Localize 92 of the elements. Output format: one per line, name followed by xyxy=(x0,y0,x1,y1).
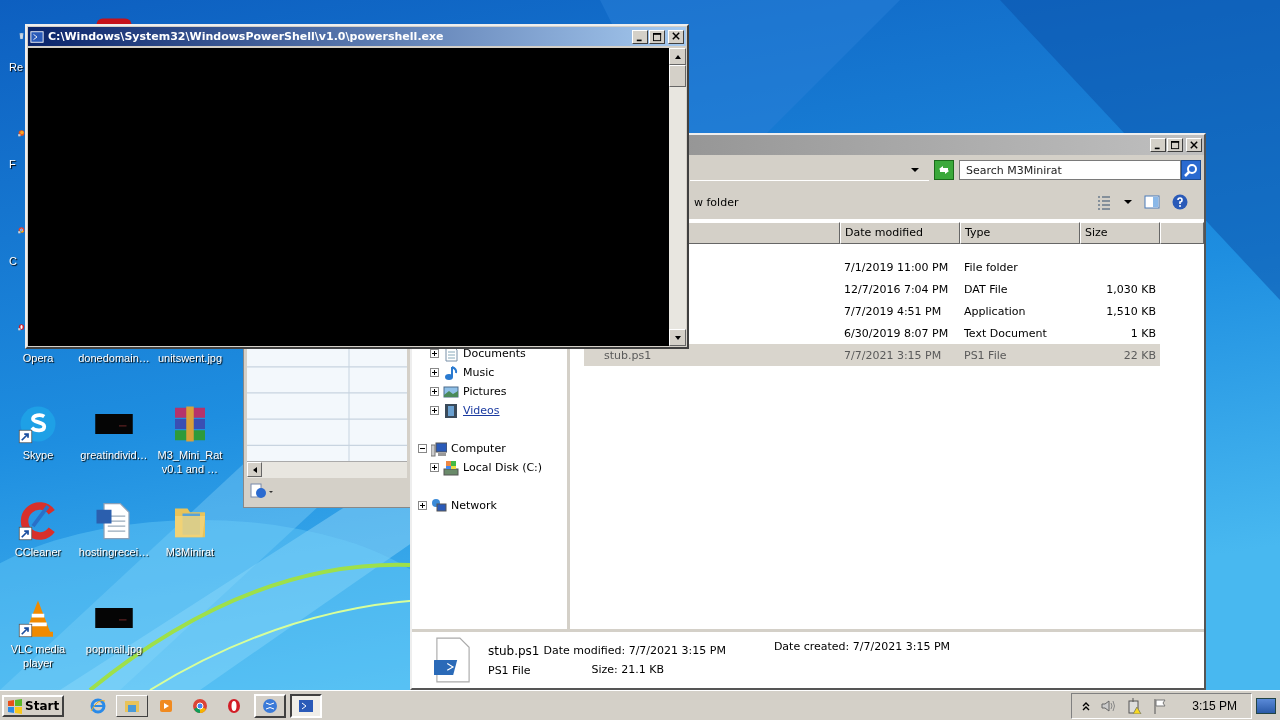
collapse-icon[interactable] xyxy=(418,444,427,453)
column-header[interactable]: Size xyxy=(1080,222,1160,244)
date-created: Date created: 7/7/2021 3:15 PM xyxy=(773,640,950,653)
minimize-button[interactable] xyxy=(1150,138,1166,152)
refresh-button[interactable] xyxy=(934,160,954,180)
console-icon xyxy=(30,29,44,44)
flag-logo-icon xyxy=(7,697,23,714)
film-icon xyxy=(443,402,459,419)
close-icon xyxy=(672,32,680,40)
table-cell: 1,510 KB xyxy=(1106,304,1156,318)
expand-icon[interactable] xyxy=(418,501,427,510)
script-file-icon xyxy=(434,637,472,683)
maximize-icon xyxy=(652,32,662,42)
tree-item[interactable]: Computer xyxy=(451,442,506,455)
table-cell-text: DAT File xyxy=(963,282,1009,296)
tree-item[interactable]: Videos xyxy=(463,404,500,417)
column-header[interactable]: Type xyxy=(960,222,1080,244)
table-cell: 1 KB xyxy=(1130,326,1156,340)
computer-icon xyxy=(431,440,447,457)
column-header[interactable] xyxy=(687,222,840,244)
date-modified: Date modified: 7/7/2021 3:15 PM xyxy=(543,644,726,657)
music-note-icon xyxy=(443,364,459,381)
file-name: stub.ps1 xyxy=(488,643,540,658)
table-cell-text: 7/1/2019 11:00 PM xyxy=(843,260,950,274)
close-icon xyxy=(1190,140,1198,149)
column-header[interactable]: Date modified xyxy=(840,222,960,244)
tree-item[interactable]: Local Disk (C:) xyxy=(463,461,543,474)
table-cell-text: Application xyxy=(963,304,1027,318)
maximize-button[interactable] xyxy=(1167,138,1183,152)
tree-item[interactable]: Documents xyxy=(463,347,526,360)
icon-label[interactable]: Skype xyxy=(22,448,54,462)
table-cell-text: PS1 File xyxy=(963,348,1008,362)
close-button[interactable] xyxy=(1186,138,1202,152)
icon-label[interactable]: greatindivid… xyxy=(80,448,148,462)
maximize-icon xyxy=(1170,141,1180,150)
globe-icon[interactable] xyxy=(254,693,287,718)
new-folder-button[interactable]: w folder xyxy=(694,195,739,209)
search-icon xyxy=(1183,162,1199,178)
caret-icon[interactable] xyxy=(1124,198,1132,206)
caret-icon[interactable] xyxy=(911,165,919,174)
expand-icon[interactable] xyxy=(430,406,439,415)
search-button[interactable] xyxy=(1181,160,1201,180)
maximize-button[interactable] xyxy=(649,29,665,44)
network-warning-icon[interactable] xyxy=(1126,697,1143,714)
file-row[interactable]: stub.ps1 7/7/2021 3:15 PM PS1 File 22 KB xyxy=(584,344,1160,366)
table-cell-text: 7/7/2019 4:51 PM xyxy=(843,304,943,318)
expand-icon[interactable] xyxy=(430,349,439,358)
network-icon xyxy=(431,497,447,514)
icon-label[interactable]: C xyxy=(9,254,17,268)
table-cell-text: 7/7/2021 3:15 PM xyxy=(843,348,943,362)
table-cell-text: 12/7/2016 7:04 PM xyxy=(843,282,950,296)
chat-app-icon[interactable] xyxy=(18,404,58,444)
disk-drive-icon xyxy=(443,459,459,476)
show-desktop-button[interactable] xyxy=(1256,697,1276,714)
table-cell-text: Text Document xyxy=(963,326,1048,340)
chevron-icon[interactable] xyxy=(1082,700,1091,711)
file-size: Size: 21.1 KB xyxy=(590,663,666,676)
search-field[interactable]: Search M3Minirat xyxy=(959,160,1181,180)
minimize-button[interactable] xyxy=(632,29,648,44)
table-cell: stub.ps1 xyxy=(604,348,652,362)
tree-item[interactable]: Pictures xyxy=(463,385,507,398)
file-type: PS1 File xyxy=(488,663,532,677)
scrollbar[interactable] xyxy=(247,461,407,478)
folder-icon[interactable] xyxy=(116,694,149,717)
expand-icon[interactable] xyxy=(430,387,439,396)
clock[interactable]: 3:15 PM xyxy=(1192,698,1237,713)
icon-label[interactable]: Opera xyxy=(22,351,54,365)
icon-label[interactable]: unitswent.jpg xyxy=(157,351,223,365)
icon-label[interactable]: donedomain… xyxy=(78,351,150,365)
column-header[interactable] xyxy=(1160,222,1204,244)
picture-icon xyxy=(443,383,459,400)
expand-icon[interactable] xyxy=(430,368,439,377)
start-button[interactable]: Start xyxy=(2,694,65,717)
table-cell-text: File folder xyxy=(963,260,1019,274)
table-cell: 22 KB xyxy=(1123,348,1156,362)
tree-item[interactable]: Music xyxy=(463,366,495,379)
icon-label[interactable]: M3_Mini_Rat v0.1 and … xyxy=(152,448,228,476)
scroll-thumb[interactable] xyxy=(669,65,686,87)
tree-item[interactable]: Network xyxy=(451,499,497,512)
help-icon[interactable] xyxy=(1172,194,1188,210)
scrollbar[interactable] xyxy=(669,48,686,346)
icon-label[interactable]: Re xyxy=(9,60,24,74)
icon-label[interactable]: F xyxy=(9,157,16,171)
window-title: C:\Windows\System32\WindowsPowerShell\v1.0\powershell.exe xyxy=(48,30,445,43)
close-button[interactable] xyxy=(668,29,684,44)
down-arrow-icon[interactable] xyxy=(673,333,682,342)
table-cell: 1,030 KB xyxy=(1106,282,1156,296)
info-icon[interactable] xyxy=(250,483,274,499)
flag-icon[interactable] xyxy=(1152,697,1169,714)
table-cell-text: 6/30/2019 8:07 PM xyxy=(843,326,950,340)
expand-icon[interactable] xyxy=(430,463,439,472)
console-icon[interactable] xyxy=(290,693,323,718)
